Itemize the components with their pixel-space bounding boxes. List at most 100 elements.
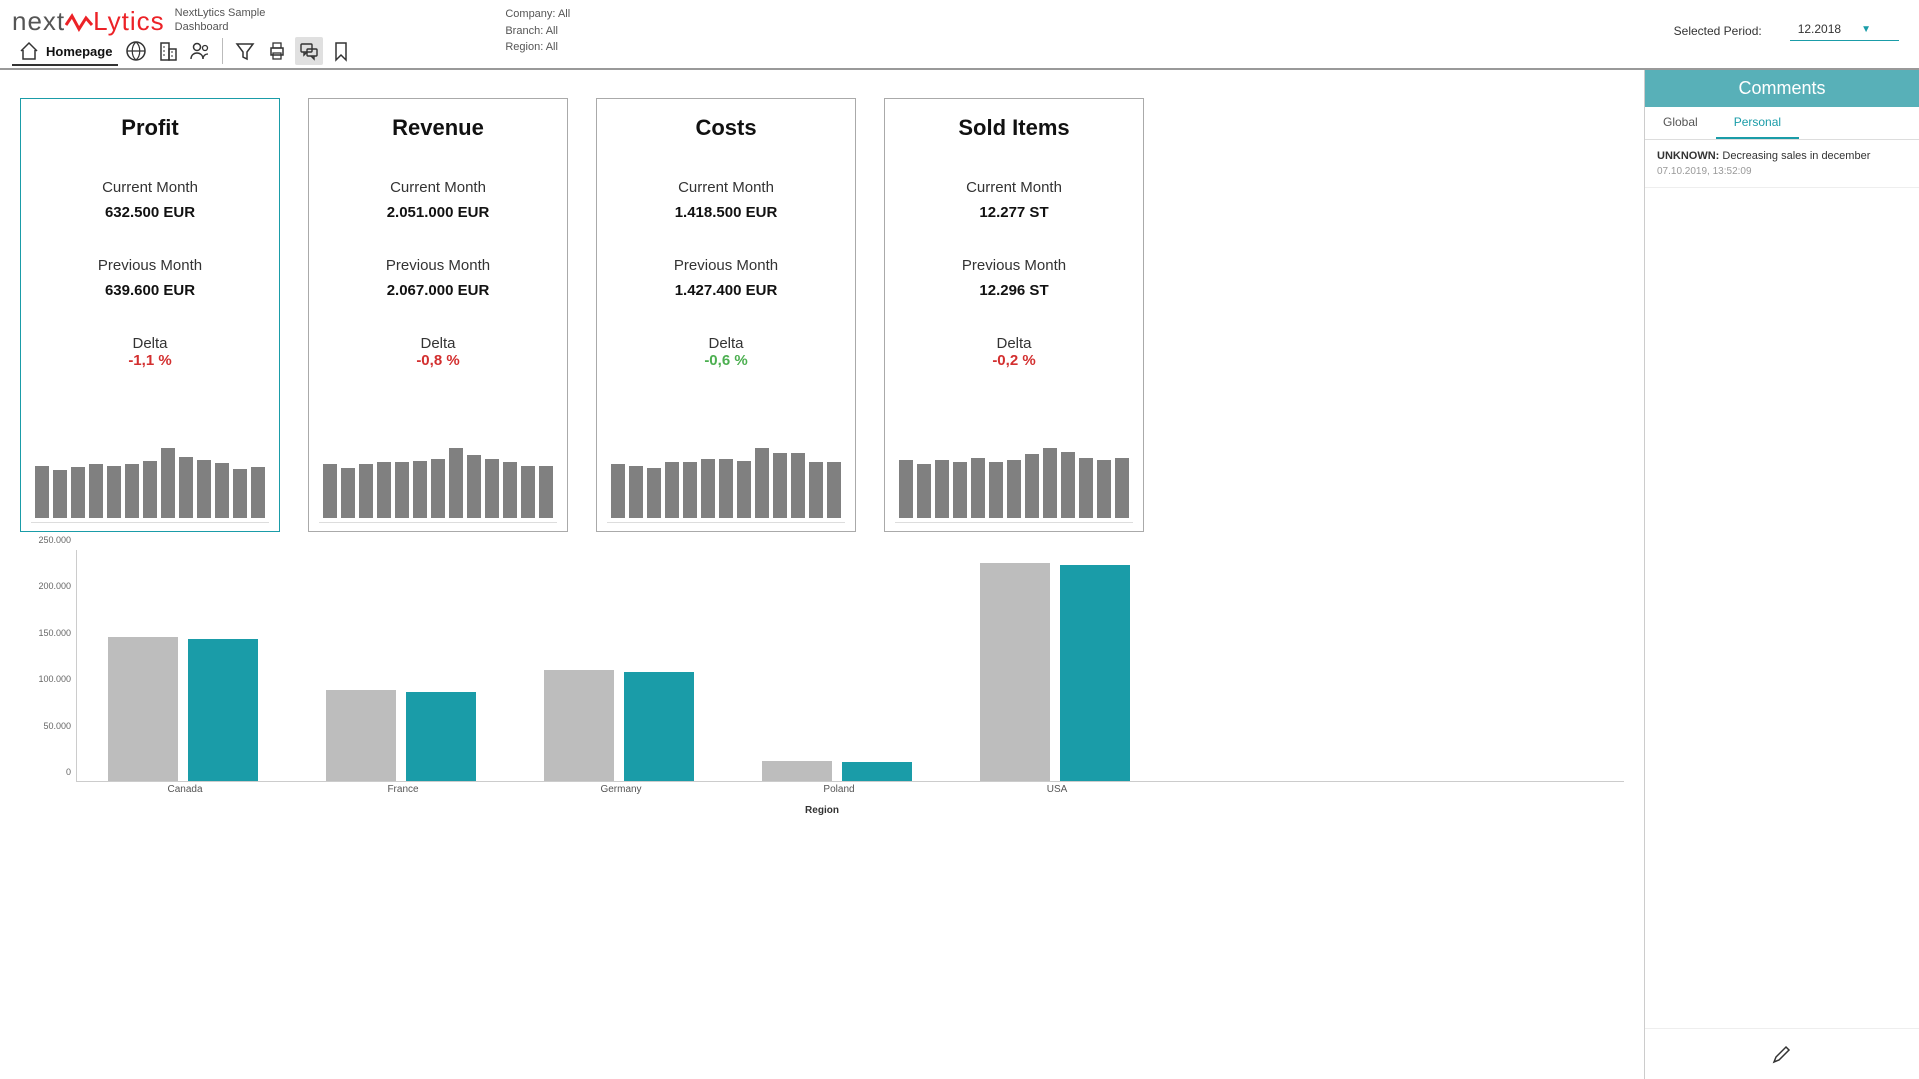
comment-text: Decreasing sales in december [1722, 150, 1870, 162]
toolbar-print[interactable] [263, 37, 291, 65]
x-axis-labels: CanadaFranceGermanyPolandUSA [76, 784, 1624, 800]
sparkline-bar [359, 464, 373, 518]
kpi-previous-label: Previous Month [319, 257, 557, 274]
sparkline-bar [521, 466, 535, 518]
x-label: Poland [823, 784, 854, 795]
region-bar [1060, 565, 1130, 781]
kpi-current-value: 632.500 EUR [31, 204, 269, 221]
kpi-sparkline [607, 395, 845, 523]
period-dropdown[interactable]: 12.2018▼ [1790, 20, 1899, 41]
kpi-card-revenue[interactable]: Revenue Current Month 2.051.000 EUR Prev… [308, 98, 568, 532]
y-tick: 150.000 [38, 628, 71, 638]
x-label: USA [1047, 784, 1068, 795]
kpi-current-label: Current Month [31, 179, 269, 196]
toolbar-bookmark[interactable] [327, 37, 355, 65]
region-bar [108, 637, 178, 781]
sparkline-bar [1079, 458, 1093, 518]
comment-item[interactable]: UNKNOWN: Decreasing sales in december07.… [1645, 140, 1919, 188]
kpi-sparkline [895, 395, 1133, 523]
region-chart: 050.000100.000150.000200.000250.000 Cana… [20, 550, 1624, 810]
sparkline-bar [71, 467, 85, 518]
x-label: Canada [167, 784, 202, 795]
kpi-delta-label: Delta [895, 335, 1133, 352]
region-bar [188, 639, 258, 781]
sparkline-bar [899, 460, 913, 518]
sparkline-bar [1061, 452, 1075, 518]
sparkline-bar [485, 459, 499, 518]
sparkline-bar [719, 459, 733, 518]
kpi-card-costs[interactable]: Costs Current Month 1.418.500 EUR Previo… [596, 98, 856, 532]
kpi-delta-value: -0,8 % [319, 352, 557, 369]
toolbar-comments[interactable] [295, 37, 323, 65]
kpi-title: Costs [607, 115, 845, 141]
sparkline-bar [197, 460, 211, 518]
period-selector: Selected Period: 12.2018▼ [1674, 20, 1899, 41]
kpi-delta-label: Delta [319, 335, 557, 352]
y-tick: 100.000 [38, 674, 71, 684]
nav-globe[interactable] [122, 37, 150, 65]
y-axis: 050.000100.000150.000200.000250.000 [20, 550, 75, 782]
sparkline-bar [971, 458, 985, 518]
kpi-card-sold-items[interactable]: Sold Items Current Month 12.277 ST Previ… [884, 98, 1144, 532]
comment-edit-button[interactable] [1645, 1028, 1919, 1079]
sparkline-bar [377, 462, 391, 518]
sparkline-bar [935, 460, 949, 518]
region-bar [762, 761, 832, 781]
comments-tab-personal[interactable]: Personal [1716, 107, 1799, 139]
sparkline-bar [953, 462, 967, 518]
sparkline-bar [647, 468, 661, 518]
kpi-previous-value: 2.067.000 EUR [319, 282, 557, 299]
comments-list: UNKNOWN: Decreasing sales in december07.… [1645, 140, 1919, 188]
kpi-current-label: Current Month [895, 179, 1133, 196]
comments-sidebar: Comments Global Personal UNKNOWN: Decrea… [1644, 70, 1919, 1079]
plot-area [76, 550, 1624, 782]
kpi-delta-label: Delta [607, 335, 845, 352]
sparkline-bar [539, 466, 553, 518]
toolbar-filter[interactable] [231, 37, 259, 65]
sparkline-bar [35, 466, 49, 519]
kpi-title: Revenue [319, 115, 557, 141]
sparkline-bar [143, 461, 157, 518]
content-area: Profit Current Month 632.500 EUR Previou… [0, 70, 1644, 1079]
region-bar [624, 672, 694, 782]
kpi-current-value: 12.277 ST [895, 204, 1133, 221]
y-tick: 200.000 [38, 581, 71, 591]
sparkline-bar [665, 462, 679, 518]
comments-tab-global[interactable]: Global [1645, 107, 1716, 139]
nav-users[interactable] [186, 37, 214, 65]
sparkline-bar [683, 462, 697, 518]
dashboard-title: NextLytics Sample Dashboard [175, 6, 266, 35]
globe-icon [124, 39, 148, 63]
building-icon [156, 39, 180, 63]
sparkline-bar [413, 461, 427, 518]
x-label: France [387, 784, 418, 795]
kpi-previous-label: Previous Month [607, 257, 845, 274]
header: next Lytics NextLytics Sample Dashboard … [0, 0, 1919, 70]
nav-building[interactable] [154, 37, 182, 65]
sparkline-bar [1043, 448, 1057, 518]
kpi-current-label: Current Month [607, 179, 845, 196]
sparkline-bar [737, 461, 751, 518]
kpi-current-value: 1.418.500 EUR [607, 204, 845, 221]
kpi-sparkline [319, 395, 557, 523]
kpi-card-profit[interactable]: Profit Current Month 632.500 EUR Previou… [20, 98, 280, 532]
sparkline-bar [629, 466, 643, 518]
filter-icon [234, 40, 256, 62]
kpi-previous-value: 639.600 EUR [31, 282, 269, 299]
region-group [108, 637, 258, 781]
region-group [762, 761, 912, 781]
y-tick: 250.000 [38, 535, 71, 545]
sparkline-bar [395, 462, 409, 518]
comments-header: Comments [1645, 70, 1919, 107]
nav-homepage[interactable]: Homepage [12, 36, 118, 66]
period-label: Selected Period: [1674, 24, 1762, 38]
kpi-previous-value: 1.427.400 EUR [607, 282, 845, 299]
sparkline-bar [53, 470, 67, 518]
region-bar [980, 563, 1050, 781]
users-icon [188, 39, 212, 63]
kpi-previous-label: Previous Month [31, 257, 269, 274]
chevron-down-icon: ▼ [1861, 24, 1871, 35]
sparkline-bar [1097, 460, 1111, 518]
sparkline-bar [1115, 458, 1129, 518]
logo-wave-icon [65, 11, 93, 33]
